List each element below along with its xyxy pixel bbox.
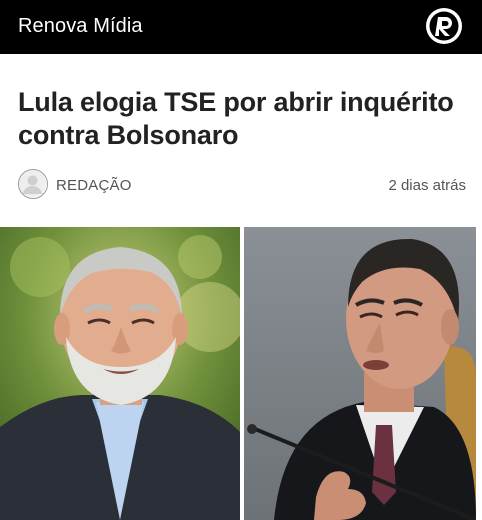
user-avatar-icon — [19, 170, 46, 197]
registered-r-logo-icon[interactable] — [424, 6, 464, 46]
article-headline[interactable]: Lula elogia TSE por abrir inquérito cont… — [18, 86, 468, 152]
photo-right — [244, 227, 476, 520]
photo-left — [0, 227, 240, 520]
author-name[interactable]: REDAÇÃO — [56, 177, 132, 194]
published-time: 2 dias atrás — [388, 177, 466, 194]
article-images — [0, 224, 482, 520]
man-with-white-beard-photo — [0, 227, 240, 520]
author-avatar[interactable] — [18, 169, 48, 199]
site-name[interactable]: Renova Mídia — [18, 15, 143, 38]
top-bar: Renova Mídia — [0, 0, 482, 54]
judge-in-black-robe-photo — [244, 227, 476, 520]
article-header: Lula elogia TSE por abrir inquérito cont… — [0, 54, 482, 224]
